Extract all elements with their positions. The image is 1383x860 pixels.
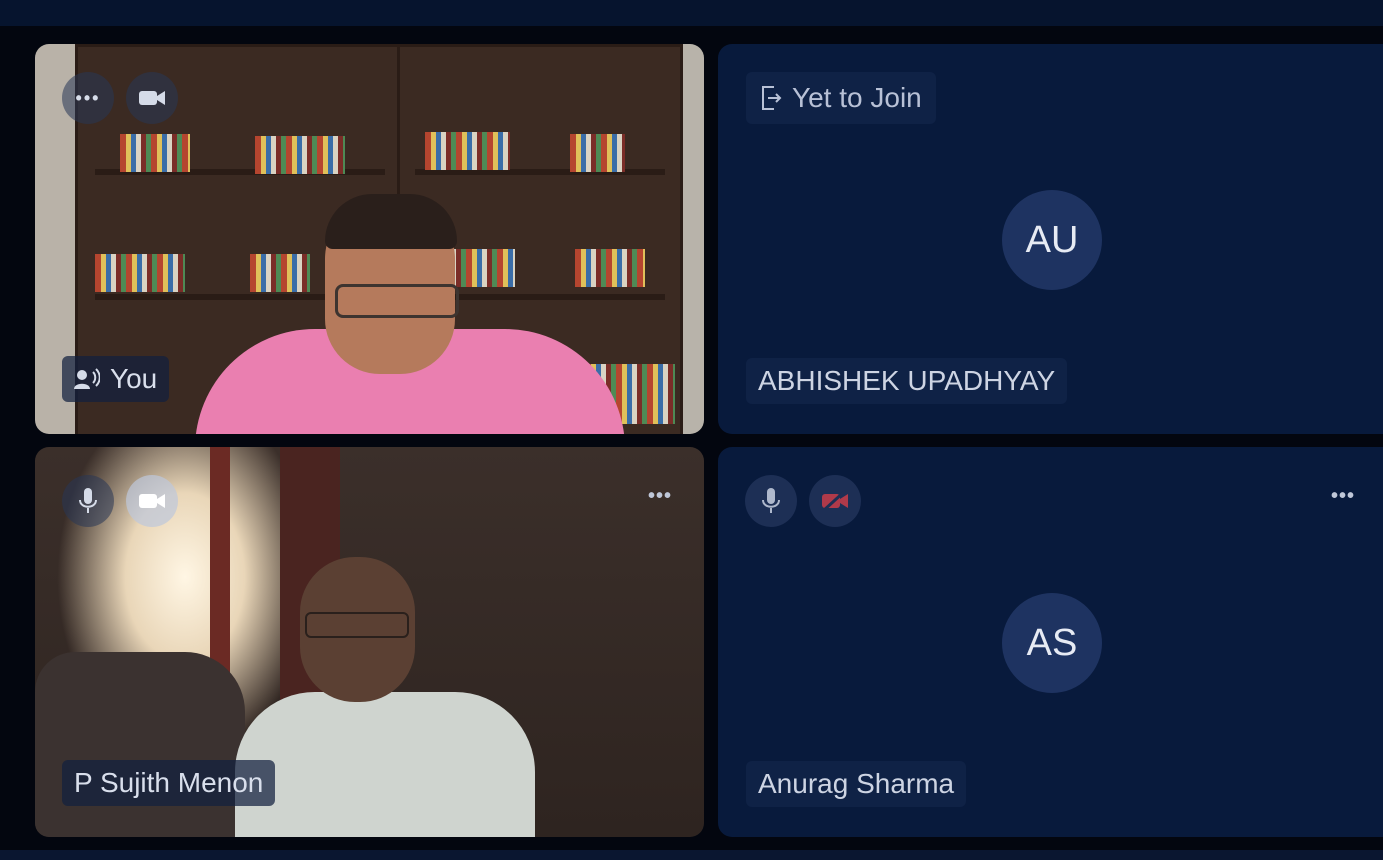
avatar: AS [1002, 593, 1102, 693]
more-options-button[interactable]: ••• [1331, 485, 1355, 508]
microphone-icon [79, 488, 97, 513]
participant-name: You [110, 363, 158, 394]
top-bar [0, 0, 1383, 26]
participant-name-label: Anurag Sharma [746, 761, 967, 807]
avatar-initials: AU [1025, 218, 1079, 261]
participant-tile-anurag[interactable]: ••• AS Anurag Sharma [718, 447, 1383, 837]
participant-name: Anurag Sharma [758, 768, 955, 799]
participant-tile-you[interactable]: ••• You [35, 44, 704, 434]
video-toggle-button[interactable] [126, 72, 178, 124]
participant-name-label: ABHISHEK UPADHYAY [746, 358, 1068, 404]
more-options-icon: ••• [648, 485, 673, 507]
more-options-button[interactable]: ••• [648, 485, 672, 508]
exit-door-icon [762, 86, 782, 110]
more-options-icon: ••• [75, 88, 101, 108]
participant-name: ABHISHEK UPADHYAY [758, 365, 1056, 396]
avatar: AU [1002, 190, 1102, 290]
join-status-text: Yet to Join [792, 82, 922, 113]
bottom-bar [0, 850, 1383, 860]
participant-name-label: You [62, 356, 170, 402]
participant-tile-sujith[interactable]: ••• P Sujith Menon [35, 447, 704, 837]
speaking-icon [74, 368, 100, 389]
more-options-button[interactable]: ••• [62, 72, 114, 124]
more-options-icon: ••• [1331, 485, 1356, 507]
microphone-icon [762, 488, 780, 513]
join-status-badge: Yet to Join [746, 72, 936, 124]
microphone-button[interactable] [745, 475, 797, 527]
video-camera-icon [139, 91, 165, 105]
participant-tile-abhishek[interactable]: Yet to Join AU ABHISHEK UPADHYAY [718, 44, 1383, 434]
participant-name: P Sujith Menon [74, 767, 264, 798]
video-off-button[interactable] [809, 475, 861, 527]
video-toggle-button[interactable] [126, 475, 178, 527]
video-camera-off-icon [821, 489, 848, 513]
video-camera-icon [139, 494, 165, 508]
participant-name-label: P Sujith Menon [62, 760, 276, 806]
avatar-initials: AS [1026, 621, 1078, 664]
microphone-button[interactable] [62, 475, 114, 527]
